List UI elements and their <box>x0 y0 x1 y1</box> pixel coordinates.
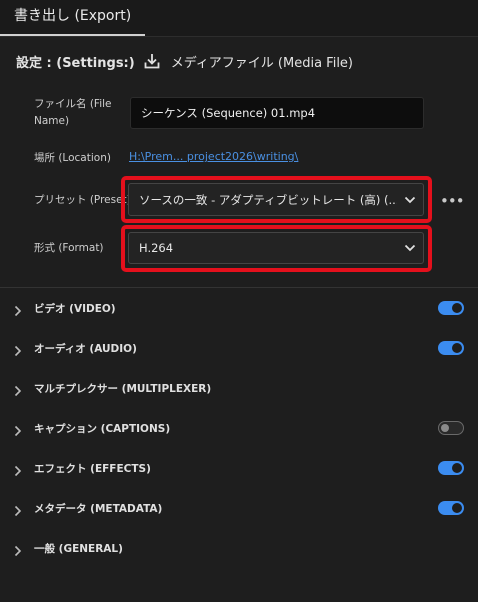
section-row[interactable]: ビデオ (VIDEO) <box>0 288 478 328</box>
section-row[interactable]: エフェクト (EFFECTS) <box>0 448 478 488</box>
preset-value: ソースの一致 - アダプティブビットレート (高) (... <box>139 192 397 207</box>
tab-bar: 書き出し (Export) <box>0 0 478 37</box>
chevron-down-icon <box>397 196 423 204</box>
section-row[interactable]: キャプション (CAPTIONS) <box>0 408 478 448</box>
location-label: 場所 (Location) <box>34 152 111 164</box>
section-label: 一般 (GENERAL) <box>34 542 123 555</box>
chevron-right-icon[interactable] <box>14 342 22 361</box>
section-row[interactable]: オーディオ (AUDIO) <box>0 328 478 368</box>
section-row[interactable]: 一般 (GENERAL) <box>0 528 478 568</box>
download-icon <box>143 52 161 70</box>
section-toggle[interactable] <box>438 301 464 315</box>
section-row[interactable]: マルチプレクサー (MULTIPLEXER) <box>0 368 478 408</box>
section-label: マルチプレクサー (MULTIPLEXER) <box>34 382 212 395</box>
section-label: キャプション (CAPTIONS) <box>34 422 171 435</box>
section-label: ビデオ (VIDEO) <box>34 302 116 315</box>
chevron-right-icon[interactable] <box>14 502 22 521</box>
chevron-right-icon[interactable] <box>14 422 22 441</box>
section-label: オーディオ (AUDIO) <box>34 342 137 355</box>
file-name-label-line1: ファイル名 (File <box>34 98 112 110</box>
file-name-label-line2: Name) <box>34 115 70 127</box>
chevron-right-icon[interactable] <box>14 382 22 401</box>
settings-row: 設定 : (Settings:) メディアファイル (Media File) <box>16 50 353 72</box>
section-toggle[interactable] <box>438 461 464 475</box>
chevron-right-icon[interactable] <box>14 302 22 321</box>
file-name-input[interactable]: シーケンス (Sequence) 01.mp4 <box>130 97 424 129</box>
preset-label: プリセット (Preset) <box>34 194 131 206</box>
more-options-icon[interactable]: ••• <box>440 192 465 210</box>
section-row[interactable]: メタデータ (METADATA) <box>0 488 478 528</box>
settings-label: 設定 : (Settings:) <box>16 55 135 71</box>
section-toggle[interactable] <box>438 501 464 515</box>
format-label: 形式 (Format) <box>34 242 104 254</box>
chevron-down-icon <box>397 244 423 252</box>
section-label: エフェクト (EFFECTS) <box>34 462 151 475</box>
chevron-right-icon[interactable] <box>14 542 22 561</box>
section-toggle[interactable] <box>438 341 464 355</box>
section-label: メタデータ (METADATA) <box>34 502 163 515</box>
section-toggle[interactable] <box>438 421 464 435</box>
preset-dropdown[interactable]: ソースの一致 - アダプティブビットレート (高) (... <box>128 183 424 216</box>
tab-export[interactable]: 書き出し (Export) <box>0 0 146 36</box>
location-link[interactable]: H:\Prem... project2026\writing\ <box>129 150 298 163</box>
chevron-right-icon[interactable] <box>14 462 22 481</box>
settings-value[interactable]: メディアファイル (Media File) <box>171 52 353 71</box>
format-value: H.264 <box>139 241 174 255</box>
format-dropdown[interactable]: H.264 <box>128 232 424 264</box>
